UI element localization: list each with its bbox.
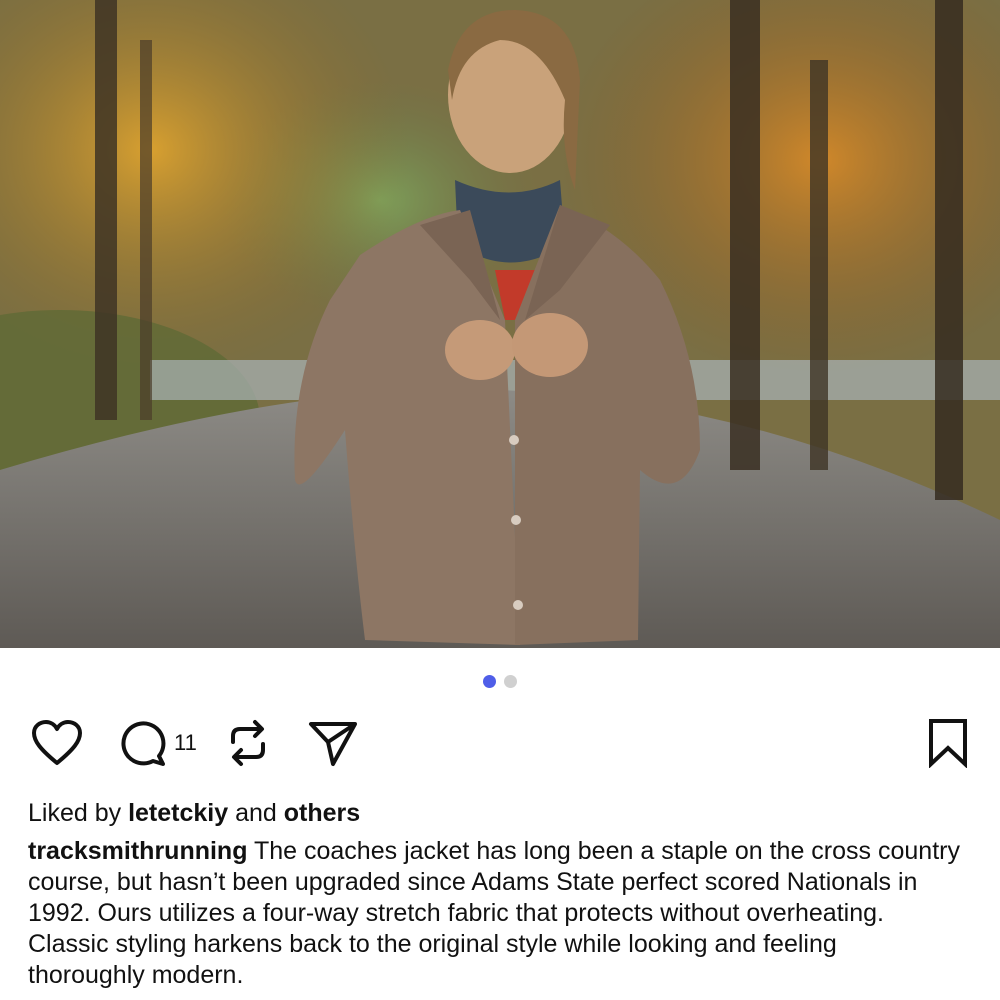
likes-middle: and	[228, 799, 284, 827]
carousel-dot[interactable]	[504, 675, 517, 688]
comment-icon[interactable]	[118, 718, 168, 768]
comment-count[interactable]: 11	[174, 730, 197, 756]
caption-username-link[interactable]: tracksmithrunning	[28, 837, 247, 865]
liked-by-user-link[interactable]: letetckiy	[128, 799, 228, 827]
post-caption: tracksmithrunning The coaches jacket has…	[28, 836, 960, 991]
likes-prefix: Liked by	[28, 799, 129, 827]
heart-icon[interactable]	[30, 719, 84, 767]
liked-by-others-link[interactable]: others	[284, 799, 360, 827]
carousel-indicator	[0, 675, 1000, 688]
share-icon[interactable]	[307, 718, 359, 768]
photo-illustration	[0, 0, 1000, 648]
likes-summary: Liked by letetckiy and others	[28, 798, 972, 829]
carousel-dot-active[interactable]	[483, 675, 496, 688]
post-photo[interactable]	[0, 0, 1000, 648]
repost-icon[interactable]	[225, 718, 271, 768]
bookmark-icon[interactable]	[926, 718, 970, 768]
post-action-bar: 11	[30, 716, 970, 770]
